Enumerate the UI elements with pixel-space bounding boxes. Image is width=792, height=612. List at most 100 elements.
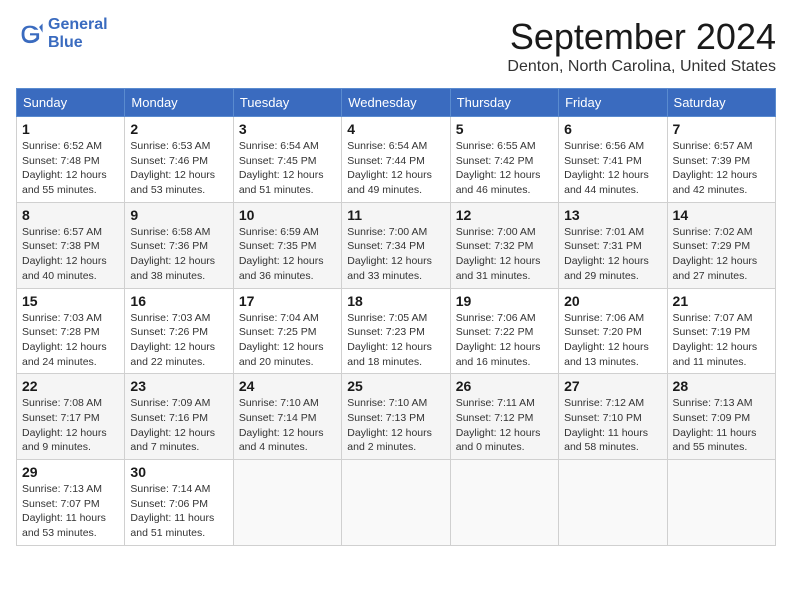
logo-icon: [16, 20, 44, 48]
day-number: 30: [130, 464, 227, 480]
month-title: September 2024: [507, 16, 776, 58]
calendar-cell: 21 Sunrise: 7:07 AMSunset: 7:19 PMDaylig…: [667, 288, 775, 374]
calendar-cell: 5 Sunrise: 6:55 AMSunset: 7:42 PMDayligh…: [450, 117, 558, 203]
day-info: Sunrise: 7:12 AMSunset: 7:10 PMDaylight:…: [564, 397, 648, 453]
calendar-cell: [559, 460, 667, 546]
day-info: Sunrise: 7:10 AMSunset: 7:14 PMDaylight:…: [239, 397, 324, 453]
calendar-cell: 6 Sunrise: 6:56 AMSunset: 7:41 PMDayligh…: [559, 117, 667, 203]
calendar-cell: 7 Sunrise: 6:57 AMSunset: 7:39 PMDayligh…: [667, 117, 775, 203]
day-info: Sunrise: 7:00 AMSunset: 7:34 PMDaylight:…: [347, 226, 432, 282]
day-number: 24: [239, 378, 336, 394]
day-info: Sunrise: 7:13 AMSunset: 7:07 PMDaylight:…: [22, 483, 106, 539]
day-info: Sunrise: 7:07 AMSunset: 7:19 PMDaylight:…: [673, 312, 758, 368]
calendar-cell: 26 Sunrise: 7:11 AMSunset: 7:12 PMDaylig…: [450, 374, 558, 460]
day-header-friday: Friday: [559, 89, 667, 117]
calendar-cell: 28 Sunrise: 7:13 AMSunset: 7:09 PMDaylig…: [667, 374, 775, 460]
calendar-cell: 19 Sunrise: 7:06 AMSunset: 7:22 PMDaylig…: [450, 288, 558, 374]
day-number: 17: [239, 293, 336, 309]
day-info: Sunrise: 6:52 AMSunset: 7:48 PMDaylight:…: [22, 140, 107, 196]
calendar-cell: 13 Sunrise: 7:01 AMSunset: 7:31 PMDaylig…: [559, 202, 667, 288]
day-info: Sunrise: 7:03 AMSunset: 7:26 PMDaylight:…: [130, 312, 215, 368]
day-number: 26: [456, 378, 553, 394]
calendar-cell: 27 Sunrise: 7:12 AMSunset: 7:10 PMDaylig…: [559, 374, 667, 460]
calendar-cell: [450, 460, 558, 546]
day-number: 5: [456, 121, 553, 137]
logo: General Blue: [16, 16, 108, 52]
day-number: 15: [22, 293, 119, 309]
day-header-tuesday: Tuesday: [233, 89, 341, 117]
day-number: 2: [130, 121, 227, 137]
day-info: Sunrise: 6:54 AMSunset: 7:45 PMDaylight:…: [239, 140, 324, 196]
day-info: Sunrise: 7:05 AMSunset: 7:23 PMDaylight:…: [347, 312, 432, 368]
day-info: Sunrise: 6:55 AMSunset: 7:42 PMDaylight:…: [456, 140, 541, 196]
day-info: Sunrise: 7:04 AMSunset: 7:25 PMDaylight:…: [239, 312, 324, 368]
header: General Blue September 2024 Denton, Nort…: [16, 16, 776, 76]
calendar-cell: 1 Sunrise: 6:52 AMSunset: 7:48 PMDayligh…: [17, 117, 125, 203]
day-header-wednesday: Wednesday: [342, 89, 450, 117]
day-info: Sunrise: 7:11 AMSunset: 7:12 PMDaylight:…: [456, 397, 541, 453]
day-number: 23: [130, 378, 227, 394]
calendar: SundayMondayTuesdayWednesdayThursdayFrid…: [16, 88, 776, 546]
calendar-cell: 29 Sunrise: 7:13 AMSunset: 7:07 PMDaylig…: [17, 460, 125, 546]
calendar-cell: 22 Sunrise: 7:08 AMSunset: 7:17 PMDaylig…: [17, 374, 125, 460]
calendar-cell: 25 Sunrise: 7:10 AMSunset: 7:13 PMDaylig…: [342, 374, 450, 460]
calendar-cell: 20 Sunrise: 7:06 AMSunset: 7:20 PMDaylig…: [559, 288, 667, 374]
day-info: Sunrise: 7:03 AMSunset: 7:28 PMDaylight:…: [22, 312, 107, 368]
calendar-cell: 9 Sunrise: 6:58 AMSunset: 7:36 PMDayligh…: [125, 202, 233, 288]
calendar-cell: [667, 460, 775, 546]
day-header-saturday: Saturday: [667, 89, 775, 117]
day-info: Sunrise: 6:58 AMSunset: 7:36 PMDaylight:…: [130, 226, 215, 282]
calendar-cell: 16 Sunrise: 7:03 AMSunset: 7:26 PMDaylig…: [125, 288, 233, 374]
calendar-cell: 15 Sunrise: 7:03 AMSunset: 7:28 PMDaylig…: [17, 288, 125, 374]
day-number: 28: [673, 378, 770, 394]
day-number: 18: [347, 293, 444, 309]
calendar-cell: [233, 460, 341, 546]
calendar-cell: [342, 460, 450, 546]
calendar-cell: 17 Sunrise: 7:04 AMSunset: 7:25 PMDaylig…: [233, 288, 341, 374]
calendar-cell: 14 Sunrise: 7:02 AMSunset: 7:29 PMDaylig…: [667, 202, 775, 288]
day-number: 13: [564, 207, 661, 223]
calendar-cell: 24 Sunrise: 7:10 AMSunset: 7:14 PMDaylig…: [233, 374, 341, 460]
day-number: 11: [347, 207, 444, 223]
calendar-cell: 30 Sunrise: 7:14 AMSunset: 7:06 PMDaylig…: [125, 460, 233, 546]
day-info: Sunrise: 7:14 AMSunset: 7:06 PMDaylight:…: [130, 483, 214, 539]
day-number: 22: [22, 378, 119, 394]
day-number: 9: [130, 207, 227, 223]
day-number: 21: [673, 293, 770, 309]
day-number: 7: [673, 121, 770, 137]
day-info: Sunrise: 6:57 AMSunset: 7:39 PMDaylight:…: [673, 140, 758, 196]
day-number: 14: [673, 207, 770, 223]
day-number: 3: [239, 121, 336, 137]
day-info: Sunrise: 6:57 AMSunset: 7:38 PMDaylight:…: [22, 226, 107, 282]
calendar-cell: 11 Sunrise: 7:00 AMSunset: 7:34 PMDaylig…: [342, 202, 450, 288]
day-info: Sunrise: 7:02 AMSunset: 7:29 PMDaylight:…: [673, 226, 758, 282]
day-header-thursday: Thursday: [450, 89, 558, 117]
calendar-cell: 12 Sunrise: 7:00 AMSunset: 7:32 PMDaylig…: [450, 202, 558, 288]
day-number: 19: [456, 293, 553, 309]
day-number: 1: [22, 121, 119, 137]
day-number: 10: [239, 207, 336, 223]
day-number: 8: [22, 207, 119, 223]
day-number: 6: [564, 121, 661, 137]
day-info: Sunrise: 7:10 AMSunset: 7:13 PMDaylight:…: [347, 397, 432, 453]
day-info: Sunrise: 6:56 AMSunset: 7:41 PMDaylight:…: [564, 140, 649, 196]
day-number: 29: [22, 464, 119, 480]
day-info: Sunrise: 7:01 AMSunset: 7:31 PMDaylight:…: [564, 226, 649, 282]
day-info: Sunrise: 7:06 AMSunset: 7:22 PMDaylight:…: [456, 312, 541, 368]
day-number: 25: [347, 378, 444, 394]
day-number: 4: [347, 121, 444, 137]
day-header-sunday: Sunday: [17, 89, 125, 117]
day-number: 12: [456, 207, 553, 223]
title-area: September 2024 Denton, North Carolina, U…: [507, 16, 776, 76]
calendar-cell: 23 Sunrise: 7:09 AMSunset: 7:16 PMDaylig…: [125, 374, 233, 460]
day-info: Sunrise: 6:53 AMSunset: 7:46 PMDaylight:…: [130, 140, 215, 196]
logo-text: General Blue: [48, 16, 108, 52]
day-info: Sunrise: 6:54 AMSunset: 7:44 PMDaylight:…: [347, 140, 432, 196]
day-info: Sunrise: 7:13 AMSunset: 7:09 PMDaylight:…: [673, 397, 757, 453]
calendar-cell: 8 Sunrise: 6:57 AMSunset: 7:38 PMDayligh…: [17, 202, 125, 288]
day-number: 27: [564, 378, 661, 394]
day-number: 16: [130, 293, 227, 309]
day-info: Sunrise: 6:59 AMSunset: 7:35 PMDaylight:…: [239, 226, 324, 282]
day-info: Sunrise: 7:08 AMSunset: 7:17 PMDaylight:…: [22, 397, 107, 453]
location: Denton, North Carolina, United States: [507, 58, 776, 76]
